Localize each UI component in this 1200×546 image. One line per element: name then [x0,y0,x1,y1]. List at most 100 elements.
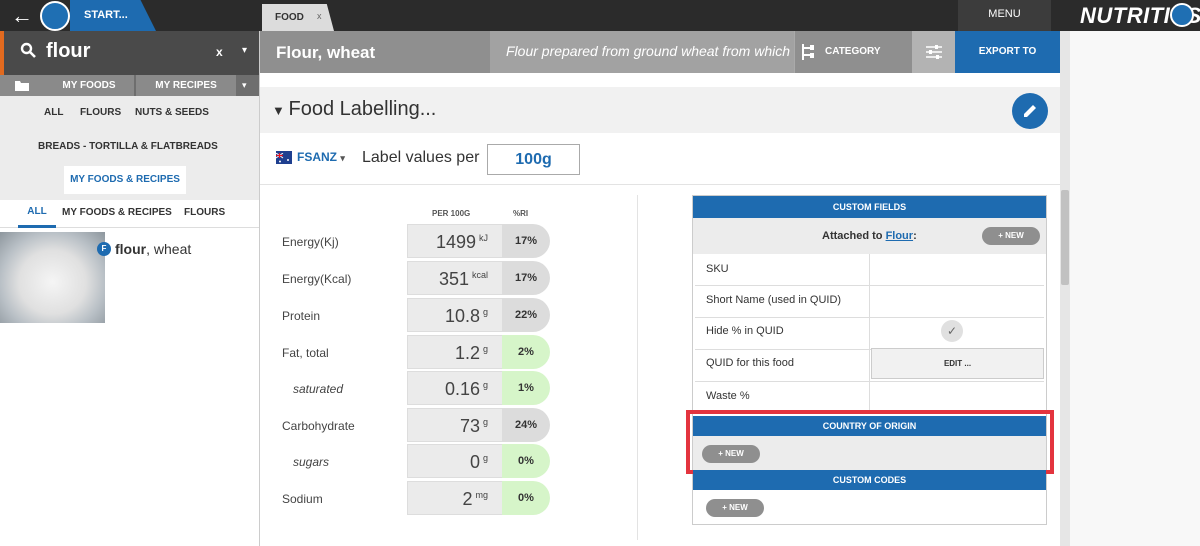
nutrient-value-number: 1499 [435,232,476,252]
nutrient-value-number: 351 [438,269,469,289]
field-sku-label: SKU [706,263,729,275]
right-blank-area [1070,31,1200,546]
filter-flours[interactable]: FLOURS [80,107,121,118]
nutrient-value: 10.8 g [407,298,503,332]
result-name[interactable]: flour, wheat [115,241,191,257]
subtab-my-foods[interactable]: MY FOODS [44,75,134,96]
tab-close-icon[interactable]: x [317,4,322,28]
nutrient-unit: g [482,453,488,463]
pencil-icon[interactable] [1012,93,1048,129]
cell-divider [869,286,870,318]
attached-to-link[interactable]: Flour [886,230,914,242]
brand-dot-icon [1170,3,1194,27]
nutrient-value-number: 73 [459,416,480,436]
standard-value: FSANZ [297,150,337,164]
nutrient-unit: g [482,380,488,390]
nutrient-label: saturated [293,382,344,396]
collapse-triangle-icon[interactable]: ▼ [272,103,288,118]
search-icon [20,42,36,58]
column-header-ri: %RI [513,209,529,218]
nutrient-unit: g [482,307,488,317]
nutrient-label: Sodium [282,492,323,506]
nutrient-label: Fat, total [282,346,329,360]
food-badge: F [97,242,111,256]
app-logo-icon[interactable] [40,1,70,31]
tab-my-foods-recipes[interactable]: MY FOODS & RECIPES [62,207,172,218]
nutrient-ri: 17% [502,261,550,295]
label-values-per-input[interactable]: 100g [487,144,580,175]
nutrient-value-number: 0.16 [444,379,480,399]
field-waste-label: Waste % [706,390,750,402]
start-label[interactable]: START... [84,0,128,31]
food-thumbnail[interactable] [0,232,105,323]
quid-edit-button[interactable]: EDIT ... [871,348,1044,379]
nutrient-ri: 2% [502,335,550,369]
nutrient-unit: g [482,344,488,354]
filter-breads[interactable]: BREADS - TORTILLA & FLATBREADS [38,141,218,152]
nutrient-label: Protein [282,309,321,323]
menu-button[interactable]: MENU [958,0,1051,31]
search-dropdown-icon[interactable]: ▾ [242,45,247,56]
nutrient-ri: 24% [502,408,550,442]
nutrient-ri: 22% [502,298,550,332]
label-values-per-label: Label values per [362,149,480,166]
nutrient-value: 0g [407,444,503,478]
nutrient-ri: 0% [502,444,550,478]
filter-all[interactable]: ALL [44,107,63,118]
category-icon[interactable] [801,44,815,63]
nutrient-value-number: 10.8 [444,306,480,326]
cell-divider [869,318,870,350]
nutrient-ri: 1% [502,371,550,405]
standard-dropdown-icon[interactable]: ▾ [340,153,345,163]
export-button[interactable]: EXPORT TO [955,31,1060,73]
add-custom-field-button[interactable]: + NEW [982,227,1040,245]
nutrient-unit: mg [475,490,488,500]
food-labelling-title[interactable]: ▼ Food Labelling... [272,98,436,121]
search-clear-icon[interactable]: x [216,45,223,59]
custom-codes-title: CUSTOM CODES [693,470,1046,490]
cell-divider [869,254,870,286]
nutrient-ri: 17% [502,224,550,258]
subtab-my-recipes[interactable]: MY RECIPES [136,75,236,96]
filter-nuts-seeds[interactable]: NUTS & SEEDS [135,107,209,118]
highlight-box [686,410,1054,474]
add-custom-code-button[interactable]: + NEW [706,499,764,517]
nutrient-value: 1499 kJ [407,224,503,258]
column-header-per100g: PER 100G [432,209,471,218]
nutrient-value: 73 g [407,408,503,442]
folder-icon[interactable] [0,75,44,96]
nutrient-value: 0.16 g [407,371,503,405]
scrollbar-thumb[interactable] [1061,190,1069,285]
tab-food-label[interactable]: FOOD [275,4,304,31]
nutrient-label: Energy(Kj) [282,235,339,249]
nutrition-divider [637,195,638,540]
custom-fields-title: CUSTOM FIELDS [693,196,1046,218]
food-description[interactable]: Flour prepared from ground wheat from wh… [490,31,794,73]
scrollbar[interactable] [1060,31,1070,546]
nutrient-unit: g [482,417,488,427]
nutrient-label: sugars [293,455,330,469]
food-labelling-title-text: Food Labelling... [288,98,437,120]
field-short-name-label: Short Name (used in QUID) [706,294,842,306]
field-hide-quid-label: Hide % in QUID [706,325,784,337]
nutrient-value-number: 1.2 [454,343,480,363]
nutrient-unit: kcal [471,270,488,280]
settings-sliders-icon[interactable] [912,31,955,73]
result-name-bold: flour [115,241,147,257]
nutrient-value-number: 2 [462,489,473,509]
australia-flag-icon [275,151,292,164]
tab-all[interactable]: ALL [18,200,56,228]
nutrient-value: 351 kcal [407,261,503,295]
nutrient-label: Energy(Kcal) [282,272,352,286]
filter-my-foods-recipes[interactable]: MY FOODS & RECIPES [64,166,186,194]
arrow-left-icon[interactable]: ← [4,0,40,31]
search-input[interactable]: flour [46,40,90,63]
result-name-rest: , wheat [146,241,192,257]
tab-flours[interactable]: FLOURS [184,207,225,218]
subtabs-dropdown-icon[interactable]: ▾ [242,75,247,96]
standard-select[interactable]: FSANZ ▾ [297,150,345,164]
nutrient-unit: kJ [479,233,488,243]
check-icon[interactable]: ✓ [941,320,963,342]
food-title: Flour, wheat [276,43,376,62]
attached-to-text: Attached to [822,230,883,242]
